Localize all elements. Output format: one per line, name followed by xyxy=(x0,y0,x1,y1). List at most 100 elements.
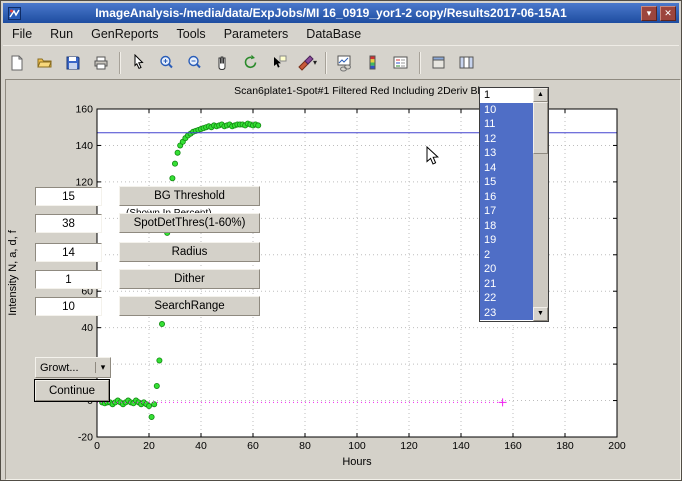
scroll-up-icon[interactable]: ▲ xyxy=(533,88,548,102)
brush-dropdown-arrow-icon[interactable]: ▾ xyxy=(313,58,317,67)
dither-input[interactable] xyxy=(35,270,102,289)
scroll-down-icon[interactable]: ▼ xyxy=(533,307,548,321)
x-tick-label: 180 xyxy=(556,440,574,452)
x-axis-label: Hours xyxy=(342,456,372,468)
hide-plot-tools-icon xyxy=(430,54,448,72)
data-point xyxy=(172,161,177,166)
radius-button[interactable]: Radius xyxy=(119,242,260,262)
toolbar-separator xyxy=(325,52,327,74)
figure-area: 020406080100120140160180200-200204060801… xyxy=(5,79,681,480)
x-tick-label: 160 xyxy=(504,440,522,452)
dropdown-option[interactable]: 11 xyxy=(480,117,533,132)
y-tick-label: 160 xyxy=(75,104,93,116)
dropdown-option[interactable]: 19 xyxy=(480,233,533,248)
shade-window-button[interactable]: ▾ xyxy=(641,6,657,21)
dropdown-option[interactable]: 23 xyxy=(480,306,533,321)
menu-bar: File Run GenReports Tools Parameters Dat… xyxy=(3,23,679,45)
x-tick-label: 200 xyxy=(608,440,626,452)
rotate-icon xyxy=(242,54,260,72)
searchrange-input[interactable] xyxy=(35,297,102,316)
toolbar-separator xyxy=(119,52,121,74)
dropdown-option[interactable]: 2 xyxy=(480,248,533,263)
save-button[interactable] xyxy=(60,50,86,76)
y-tick-label: -20 xyxy=(78,432,93,444)
y-axis-label: Intensity N, a, d, f xyxy=(7,229,19,316)
continue-button[interactable]: Continue xyxy=(35,380,109,401)
dropdown-option[interactable]: 22 xyxy=(480,291,533,306)
dropdown-option[interactable]: 17 xyxy=(480,204,533,219)
data-point xyxy=(154,383,159,388)
data-point xyxy=(256,123,261,128)
hide-plot-tools-button[interactable] xyxy=(426,50,452,76)
app-window: ImageAnalysis-/media/data/ExpJobs/MI 16_… xyxy=(0,0,682,481)
x-tick-label: 120 xyxy=(400,440,418,452)
growth-mode-label: Growt... xyxy=(36,362,95,374)
menu-database[interactable]: DataBase xyxy=(297,24,370,44)
radius-input[interactable] xyxy=(35,243,102,262)
dropdown-option[interactable]: 16 xyxy=(480,190,533,205)
data-point xyxy=(146,403,151,408)
data-point xyxy=(157,358,162,363)
link-plot-button[interactable] xyxy=(332,50,358,76)
legend-icon xyxy=(392,54,410,72)
x-tick-label: 20 xyxy=(143,440,155,452)
data-point xyxy=(149,414,154,419)
show-plot-tools-icon xyxy=(458,54,476,72)
dropdown-list: 1 10 11 12 13 14 15 16 17 18 19 2 20 21 … xyxy=(480,88,533,321)
show-plot-tools-button[interactable] xyxy=(454,50,480,76)
y-tick-label: 40 xyxy=(81,322,93,334)
dropdown-option[interactable]: 14 xyxy=(480,161,533,176)
printer-icon xyxy=(92,54,110,72)
data-point xyxy=(175,150,180,155)
dropdown-option[interactable]: 15 xyxy=(480,175,533,190)
dropdown-option[interactable]: 20 xyxy=(480,262,533,277)
window-title: ImageAnalysis-/media/data/ExpJobs/MI 16_… xyxy=(21,6,641,20)
save-floppy-icon xyxy=(64,54,82,72)
dropdown-option[interactable]: 18 xyxy=(480,219,533,234)
dropdown-option[interactable]: 21 xyxy=(480,277,533,292)
new-figure-button[interactable] xyxy=(4,50,30,76)
colorbar-icon xyxy=(364,54,382,72)
chevron-down-icon[interactable]: ▾ xyxy=(95,362,110,373)
dither-button[interactable]: Dither xyxy=(119,269,260,289)
growth-mode-select[interactable]: Growt... ▾ xyxy=(35,357,111,378)
dropdown-option[interactable]: 1 xyxy=(480,88,533,103)
growth-chart: 020406080100120140160180200-200204060801… xyxy=(6,80,678,477)
zoom-in-icon xyxy=(158,54,176,72)
figure-toolbar: ▾ xyxy=(3,45,679,79)
pan-button[interactable] xyxy=(210,50,236,76)
insert-legend-button[interactable] xyxy=(388,50,414,76)
dropdown-option[interactable]: 10 xyxy=(480,103,533,118)
print-button[interactable] xyxy=(88,50,114,76)
spotdetthres-input[interactable] xyxy=(35,214,102,233)
rotate-3d-button[interactable] xyxy=(238,50,264,76)
zoom-out-button[interactable] xyxy=(182,50,208,76)
toolbar-separator xyxy=(419,52,421,74)
x-tick-label: 40 xyxy=(195,440,207,452)
dropdown-scrollbar[interactable]: ▲ ▼ xyxy=(533,88,548,321)
bg-threshold-button[interactable]: BG Threshold xyxy=(119,186,260,206)
close-window-button[interactable]: ✕ xyxy=(660,6,676,21)
menu-file[interactable]: File xyxy=(3,24,41,44)
menu-run[interactable]: Run xyxy=(41,24,82,44)
data-cursor-icon xyxy=(270,54,288,72)
edit-plot-button[interactable] xyxy=(126,50,152,76)
insert-colorbar-button[interactable] xyxy=(360,50,386,76)
bg-threshold-input[interactable] xyxy=(35,187,102,206)
data-cursor-button[interactable] xyxy=(266,50,292,76)
link-plot-icon xyxy=(336,54,354,72)
searchrange-button[interactable]: SearchRange xyxy=(119,296,260,316)
app-icon xyxy=(8,7,21,20)
spotdetthres-button[interactable]: SpotDetThres(1-60%) xyxy=(119,213,260,233)
dropdown-option[interactable]: 13 xyxy=(480,146,533,161)
scrollbar-thumb[interactable] xyxy=(533,102,548,154)
menu-tools[interactable]: Tools xyxy=(168,24,215,44)
open-file-button[interactable] xyxy=(32,50,58,76)
brush-data-button[interactable]: ▾ xyxy=(294,50,320,76)
title-bar[interactable]: ImageAnalysis-/media/data/ExpJobs/MI 16_… xyxy=(3,3,679,23)
pan-hand-icon xyxy=(214,54,232,72)
menu-genreports[interactable]: GenReports xyxy=(82,24,167,44)
menu-parameters[interactable]: Parameters xyxy=(215,24,298,44)
zoom-in-button[interactable] xyxy=(154,50,180,76)
dropdown-option[interactable]: 12 xyxy=(480,132,533,147)
